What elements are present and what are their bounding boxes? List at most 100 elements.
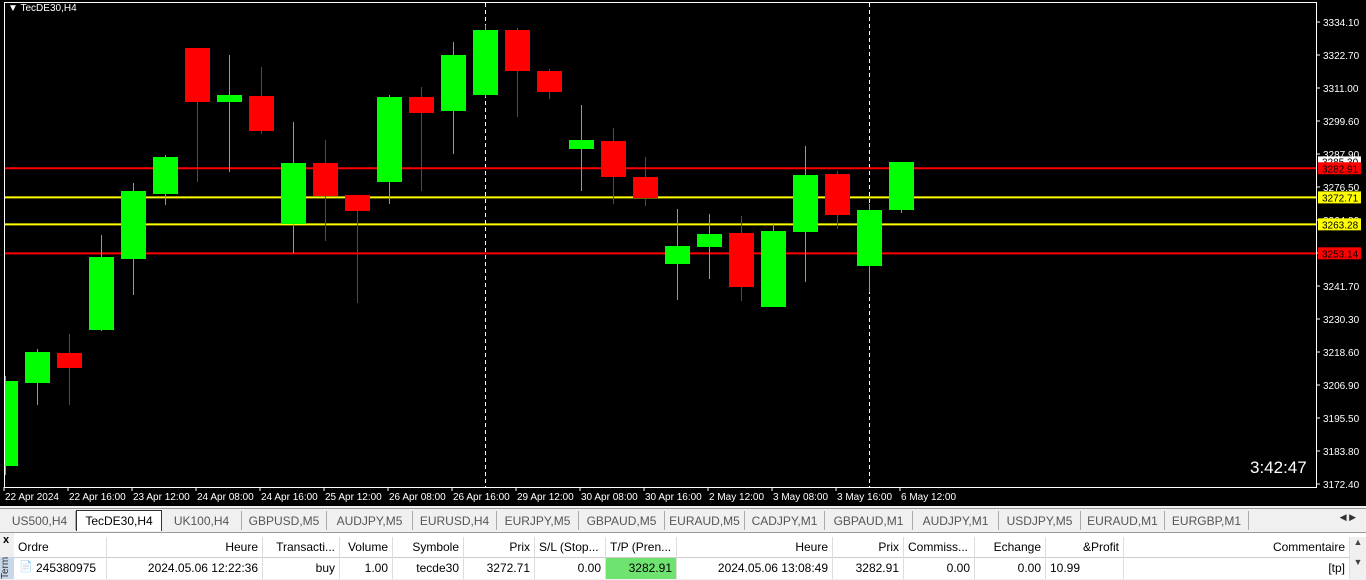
price-axis-label: 3183.80 — [1323, 447, 1360, 458]
candle-body — [409, 97, 434, 113]
column-header[interactable]: Commiss... — [904, 537, 975, 558]
chart-tab[interactable]: TecDE30,H4 — [76, 510, 162, 531]
price-chart[interactable]: 3334.10 3322.70 3311.00 3299.60 3287.90 3276.… — [0, 0, 1366, 506]
price-axis-label: 3311.00 — [1323, 84, 1359, 95]
candle — [313, 140, 338, 241]
price-level-label: 3253.14 — [1322, 249, 1359, 260]
candle — [793, 146, 818, 282]
candle-body — [569, 140, 594, 149]
candle — [729, 216, 754, 301]
chart-tab[interactable]: GBPUSD,M5 — [242, 511, 327, 530]
table-cell: 2024.05.06 13:08:49 — [677, 558, 833, 579]
candle-body — [313, 163, 338, 196]
candle — [345, 195, 370, 303]
order-icon: 📄 — [19, 561, 33, 573]
table-cell: 0.00 — [535, 558, 606, 579]
column-header[interactable]: T/P (Pren... — [606, 537, 677, 558]
terminal-panel: x Terminal Ordre Heure Transacti... Volume S… — [0, 532, 1366, 580]
column-header[interactable]: Ordre — [14, 537, 107, 558]
column-header[interactable]: Symbole — [393, 537, 464, 558]
column-header[interactable]: Prix — [833, 537, 904, 558]
candle — [5, 376, 18, 475]
table-cell: 3282.91 — [606, 558, 677, 579]
time-axis-label: 26 Apr 16:00 — [453, 492, 510, 503]
chart-tab[interactable]: EURAUD,M5 — [665, 511, 745, 530]
candle-body — [793, 175, 818, 232]
candle-body — [665, 246, 690, 264]
price-level-label: 3272.71 — [1322, 193, 1359, 204]
column-header[interactable]: Volume — [340, 537, 393, 558]
chart-tab[interactable]: UK100,H4 — [162, 511, 242, 530]
price-axis-label: 3218.60 — [1323, 348, 1360, 359]
candle-body — [185, 48, 210, 102]
candle — [601, 128, 626, 204]
chart-tab[interactable]: EURGBP,M1 — [1165, 511, 1249, 530]
candle-body — [761, 231, 786, 307]
candle — [825, 171, 850, 229]
candle — [633, 157, 658, 206]
time-axis-label: 3 May 08:00 — [773, 492, 828, 503]
candle-body — [377, 97, 402, 182]
candle — [761, 224, 786, 307]
table-row[interactable]: 245380975 2024.05.06 12:22:36 buy 1.00 tecde… — [14, 558, 1350, 579]
close-terminal-button[interactable]: x — [3, 534, 9, 546]
column-header[interactable]: &Profit — [1046, 537, 1124, 558]
candle-body — [281, 163, 306, 224]
candle — [473, 25, 498, 97]
table-cell: 3282.91 — [833, 558, 904, 579]
candle — [57, 334, 82, 405]
chart-tab[interactable]: US500,H4 — [4, 511, 76, 530]
candle — [377, 95, 402, 204]
chart-tab[interactable]: GBPAUD,M5 — [579, 511, 665, 530]
price-level-label: 3282.91 — [1322, 164, 1359, 175]
column-header[interactable]: Prix — [464, 537, 535, 558]
time-axis-label: 3 May 16:00 — [837, 492, 892, 503]
column-header[interactable]: Heure — [107, 537, 263, 558]
tab-scroll-arrows[interactable]: ◀ ▶ — [1340, 512, 1356, 523]
time-axis-label: 2 May 12:00 — [709, 492, 764, 503]
chart-title: ▼ TecDE30,H4 — [8, 3, 77, 14]
candle-body — [537, 71, 562, 92]
chart-tab[interactable]: USDJPY,M5 — [999, 511, 1081, 530]
table-scrollbar[interactable]: ▲ ▼ — [1350, 537, 1366, 580]
chart-tab[interactable]: CADJPY,M1 — [745, 511, 825, 530]
column-header[interactable]: Commentaire — [1124, 537, 1350, 558]
column-header[interactable]: Heure — [677, 537, 833, 558]
candle-body — [473, 30, 498, 95]
price-axis-label: 3195.50 — [1323, 414, 1360, 425]
time-axis-label: 30 Apr 16:00 — [645, 492, 702, 503]
candle — [121, 183, 146, 295]
column-header[interactable]: S/L (Stop... — [535, 537, 606, 558]
time-axis-label: 24 Apr 08:00 — [197, 492, 254, 503]
column-header[interactable]: Echange — [975, 537, 1046, 558]
candle-body — [249, 96, 274, 131]
table-cell: 3272.71 — [464, 558, 535, 579]
table-cell: tecde30 — [393, 558, 464, 579]
bar-countdown: 3:42:47 — [1250, 458, 1307, 477]
price-axis-label: 3206.90 — [1323, 381, 1360, 392]
time-axis-label: 25 Apr 12:00 — [325, 492, 382, 503]
column-header[interactable]: Transacti... — [263, 537, 340, 558]
candle-body — [89, 257, 114, 330]
chart-tab[interactable]: EURJPY,M5 — [497, 511, 579, 530]
chart-tab[interactable]: EURAUD,M1 — [1081, 511, 1165, 530]
price-axis-label: 3299.60 — [1323, 117, 1360, 128]
chart-tab[interactable]: AUDJPY,M1 — [913, 511, 999, 530]
table-cell: 10.99 — [1046, 558, 1124, 579]
candle-body — [217, 95, 242, 102]
candle-body — [505, 30, 530, 71]
candle-body — [345, 195, 370, 211]
candle-body — [25, 352, 50, 383]
time-axis-label: 24 Apr 16:00 — [261, 492, 318, 503]
chart-tab[interactable]: AUDJPY,M5 — [327, 511, 413, 530]
time-axis-label: 26 Apr 08:00 — [389, 492, 446, 503]
table-cell: 2024.05.06 12:22:36 — [107, 558, 263, 579]
candle-body — [121, 191, 146, 259]
price-axis-label: 3334.10 — [1323, 18, 1360, 29]
price-axis-label: 3241.70 — [1323, 282, 1360, 293]
candle — [185, 48, 210, 182]
chart-tab[interactable]: EURUSD,H4 — [413, 511, 497, 530]
chart-tab[interactable]: GBPAUD,M1 — [825, 511, 913, 530]
candle — [505, 28, 530, 117]
time-axis-label: 6 May 12:00 — [901, 492, 956, 503]
